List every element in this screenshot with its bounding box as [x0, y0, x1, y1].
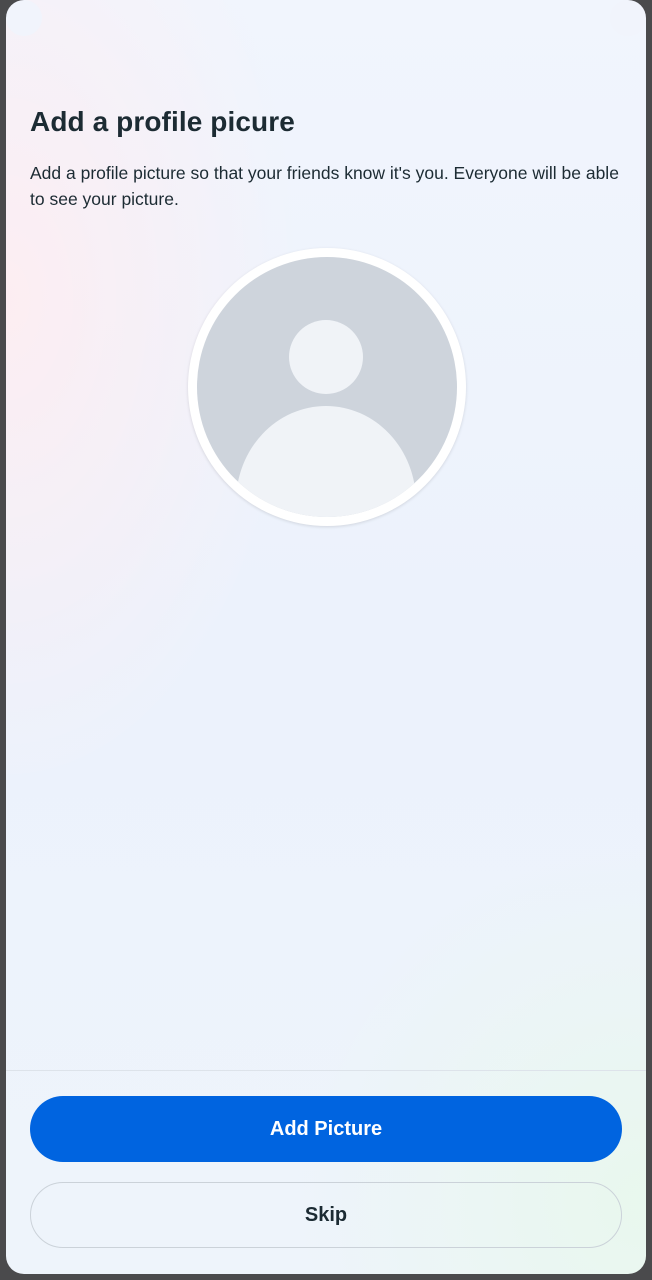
- person-placeholder-icon: [197, 257, 457, 517]
- page-description: Add a profile picture so that your frien…: [30, 163, 619, 209]
- footer-divider: [6, 1070, 646, 1071]
- window-top-edge: [6, 0, 646, 36]
- skip-button[interactable]: Skip: [30, 1182, 622, 1248]
- corner-right: [610, 0, 646, 36]
- add-picture-button[interactable]: Add Picture: [30, 1096, 622, 1162]
- profile-picture-placeholder: [188, 248, 466, 526]
- corner-left: [6, 0, 42, 36]
- avatar-head: [289, 320, 363, 394]
- onboarding-screen: Add a profile picure Add a profile pictu…: [6, 0, 646, 1274]
- page-title: Add a profile picure: [30, 106, 295, 137]
